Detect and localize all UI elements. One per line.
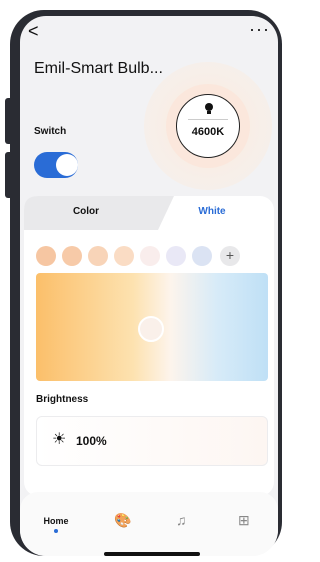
chevron-left-icon: < bbox=[28, 21, 39, 41]
brightness-value: 100% bbox=[76, 434, 107, 448]
color-temperature-value: 4600K bbox=[191, 126, 225, 138]
toggle-knob bbox=[56, 154, 78, 176]
tab-white[interactable]: White bbox=[150, 206, 274, 217]
preset-swatch[interactable] bbox=[114, 246, 134, 266]
dial-divider bbox=[188, 119, 228, 120]
picker-handle[interactable] bbox=[138, 316, 164, 342]
add-preset-button[interactable]: + bbox=[220, 246, 240, 266]
switch-label: Switch bbox=[34, 126, 67, 137]
preset-swatch[interactable] bbox=[166, 246, 186, 266]
more-dots-icon: ··· bbox=[249, 19, 270, 39]
grid-icon[interactable]: ⊞ bbox=[238, 512, 250, 528]
plus-icon: + bbox=[225, 247, 235, 263]
palette-icon[interactable]: 🎨 bbox=[114, 512, 131, 528]
device-title: Emil-Smart Bulb... bbox=[34, 60, 163, 77]
lightbulb-base bbox=[207, 111, 211, 114]
nav-active-indicator bbox=[54, 529, 58, 533]
tab-color[interactable]: Color bbox=[24, 206, 148, 217]
preset-swatch[interactable] bbox=[88, 246, 108, 266]
preset-swatch[interactable] bbox=[36, 246, 56, 266]
sun-icon: ☀ bbox=[52, 431, 67, 448]
preset-swatch[interactable] bbox=[62, 246, 82, 266]
preset-swatch[interactable] bbox=[140, 246, 160, 266]
brightness-slider[interactable] bbox=[36, 416, 268, 466]
home-indicator bbox=[104, 552, 200, 556]
more-button[interactable]: ··· bbox=[249, 20, 270, 38]
preset-swatch[interactable] bbox=[192, 246, 212, 266]
brightness-label: Brightness bbox=[36, 394, 89, 405]
lightbulb-icon bbox=[205, 103, 213, 111]
app-screen: < ··· Emil-Smart Bulb... 4600K Switch Co… bbox=[20, 16, 278, 556]
back-button[interactable]: < bbox=[28, 22, 39, 40]
nav-home[interactable]: Home bbox=[34, 516, 78, 526]
music-icon[interactable]: ♫ bbox=[176, 512, 187, 528]
